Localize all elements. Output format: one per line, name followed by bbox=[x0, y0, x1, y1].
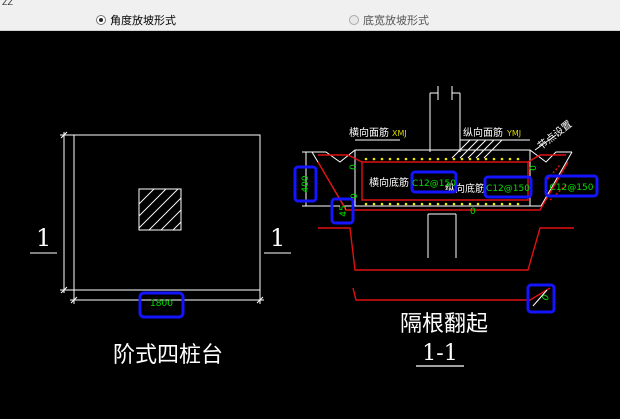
transverse-top-code: XMJ bbox=[392, 129, 407, 138]
column-hatch bbox=[138, 188, 182, 231]
anchor-setting-label: 节点设置 bbox=[535, 118, 574, 152]
rebar-3-value[interactable]: C12@150 bbox=[550, 183, 594, 193]
transverse-top-label: 横向面筋 bbox=[349, 126, 389, 139]
longitudinal-top-label: 纵向面筋 bbox=[463, 126, 503, 139]
rebar-bent-up-1 bbox=[318, 227, 574, 271]
section-angle-dim[interactable]: 45 bbox=[339, 205, 349, 216]
plan-section-mark-right: 1 bbox=[270, 224, 285, 252]
transverse-bottom-label: 横向底筋 bbox=[369, 176, 409, 189]
hook-length-value[interactable]: 0 bbox=[541, 293, 553, 303]
zero-value-3[interactable]: 0 bbox=[529, 165, 539, 171]
section-label: 1-1 bbox=[422, 341, 457, 366]
plan-width-dim[interactable]: 1800 bbox=[150, 299, 173, 309]
section-title: 隔根翻起 bbox=[400, 312, 488, 337]
section-height-dim[interactable]: 400 bbox=[301, 175, 311, 192]
rebar-bent-up-2 bbox=[352, 287, 551, 301]
plan-title: 阶式四桩台 bbox=[113, 343, 223, 368]
zero-value-2[interactable]: 0 bbox=[350, 193, 360, 199]
cad-canvas: 1 1 1800 阶式四桩台 横向面筋 XMJ 纵向面筋 YMJ 节点设置 横向… bbox=[30, 86, 599, 368]
rebar-1-value[interactable]: C12@150 bbox=[412, 179, 456, 189]
rebar-2-value[interactable]: C12@150 bbox=[486, 184, 530, 194]
plan-section-mark-left: 1 bbox=[36, 224, 51, 252]
zero-value-4[interactable]: 0 bbox=[470, 207, 476, 217]
longitudinal-top-code: YMJ bbox=[506, 129, 521, 138]
zero-value-1[interactable]: 0 bbox=[349, 164, 359, 170]
plan-view bbox=[30, 131, 291, 304]
